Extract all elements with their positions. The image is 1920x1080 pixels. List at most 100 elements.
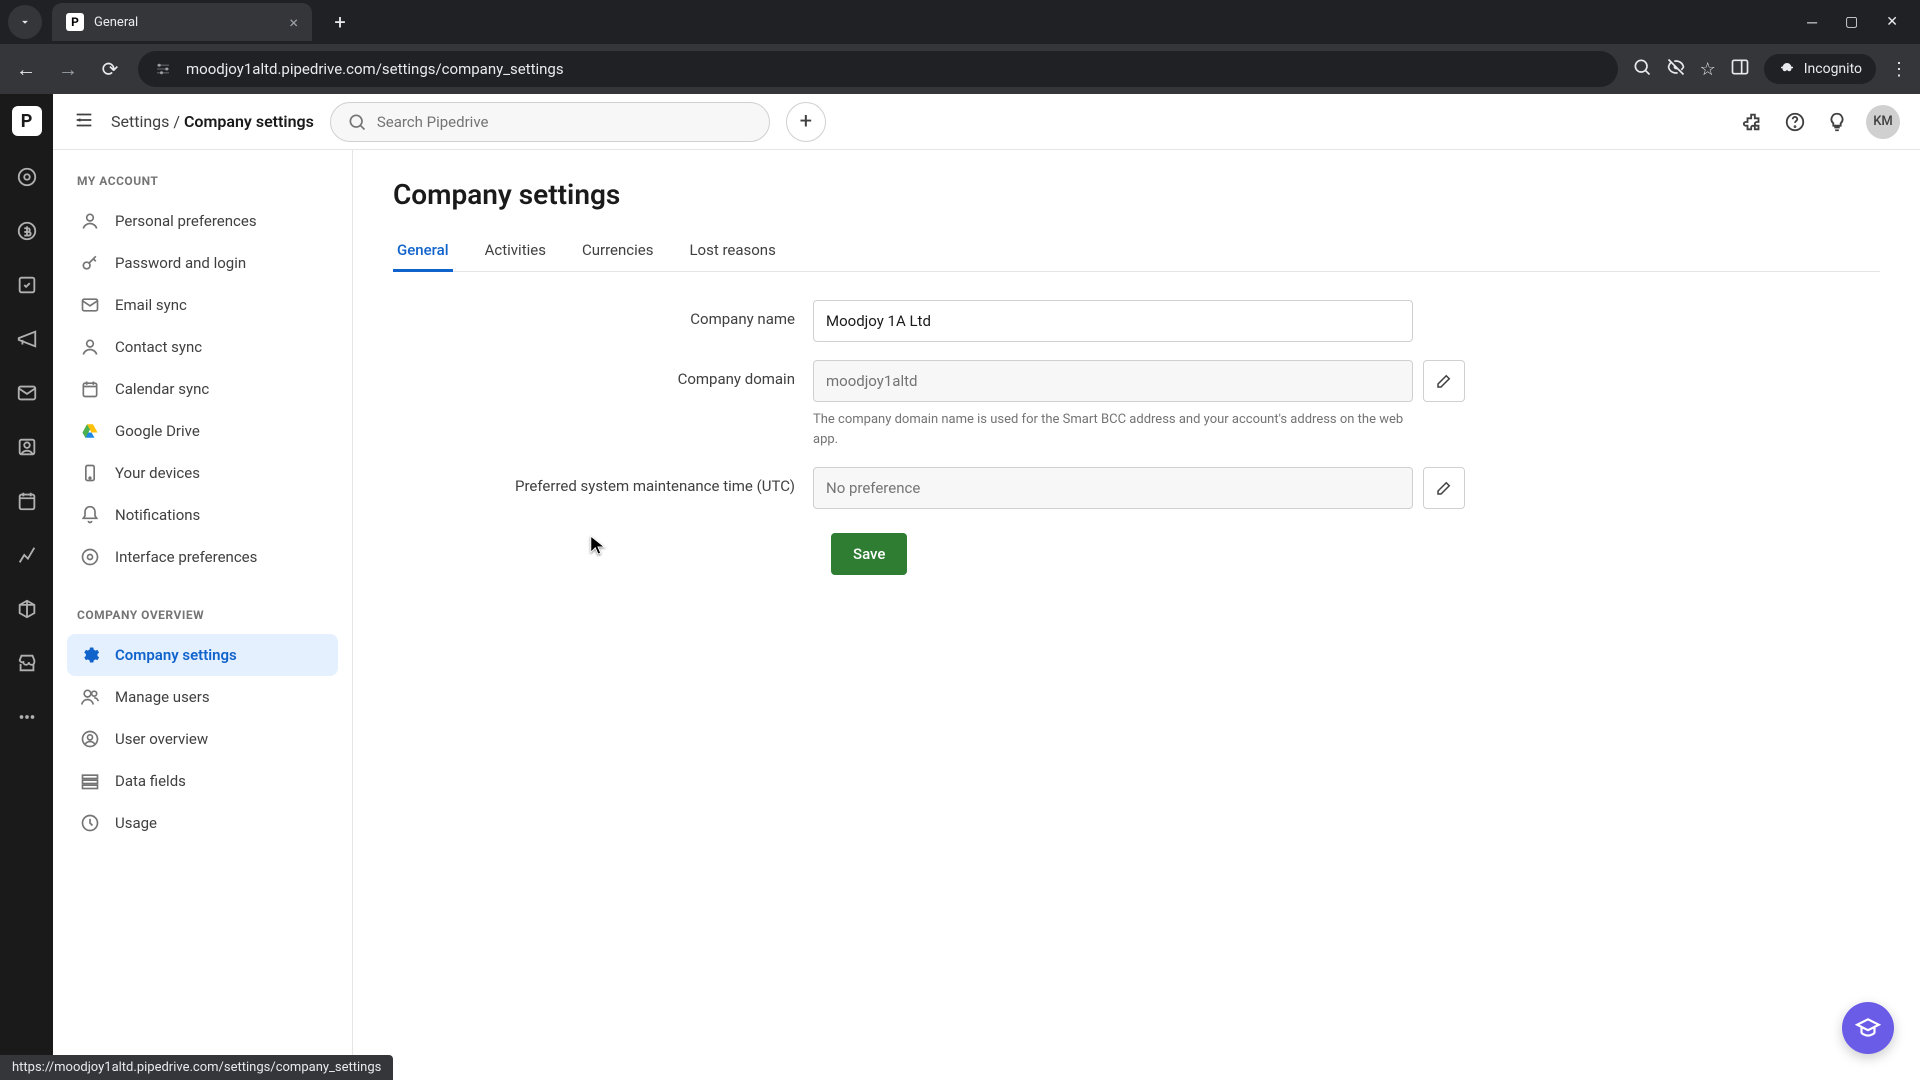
rail-deals-icon[interactable] bbox=[14, 218, 40, 244]
settings-sidebar: MY ACCOUNT Personal preferences Password… bbox=[53, 150, 353, 1080]
rail-more-icon[interactable] bbox=[14, 704, 40, 730]
calendar-icon bbox=[79, 378, 101, 400]
browser-menu-icon[interactable]: ⋮ bbox=[1890, 59, 1908, 80]
sidebar-item-company-settings[interactable]: Company settings bbox=[67, 634, 338, 676]
sidebar-item-contact-sync[interactable]: Contact sync bbox=[67, 326, 338, 368]
sidebar-item-label: Data fields bbox=[115, 772, 186, 790]
rail-projects-icon[interactable] bbox=[14, 272, 40, 298]
bookmark-star-icon[interactable]: ☆ bbox=[1700, 59, 1716, 80]
avatar-initials: KM bbox=[1873, 114, 1893, 129]
sliders-icon bbox=[79, 546, 101, 568]
site-settings-icon[interactable] bbox=[152, 58, 174, 80]
company-name-label: Company name bbox=[393, 300, 813, 328]
gear-icon bbox=[79, 644, 101, 666]
rail-mail-icon[interactable] bbox=[14, 380, 40, 406]
sidebar-item-manage-users[interactable]: Manage users bbox=[67, 676, 338, 718]
body-row: MY ACCOUNT Personal preferences Password… bbox=[53, 150, 1920, 1080]
user-icon bbox=[79, 210, 101, 232]
add-button[interactable]: + bbox=[786, 102, 826, 142]
search-placeholder: Search Pipedrive bbox=[377, 113, 489, 131]
sidebar-item-personal-preferences[interactable]: Personal preferences bbox=[67, 200, 338, 242]
sidebar-item-notifications[interactable]: Notifications bbox=[67, 494, 338, 536]
sidebar-item-label: Manage users bbox=[115, 688, 210, 706]
lightbulb-icon[interactable] bbox=[1824, 109, 1850, 135]
tab-close-icon[interactable]: × bbox=[289, 13, 298, 32]
tab-title: General bbox=[94, 15, 138, 30]
sidebar-item-label: Personal preferences bbox=[115, 212, 257, 230]
zoom-icon[interactable] bbox=[1632, 57, 1652, 82]
sidebar-item-label: Google Drive bbox=[115, 422, 200, 440]
sidebar-item-label: Company settings bbox=[115, 646, 237, 664]
sidebar-item-your-devices[interactable]: Your devices bbox=[67, 452, 338, 494]
rail-insights-icon[interactable] bbox=[14, 542, 40, 568]
contact-icon bbox=[79, 336, 101, 358]
sidebar-item-data-fields[interactable]: Data fields bbox=[67, 760, 338, 802]
sidebar-item-password-login[interactable]: Password and login bbox=[67, 242, 338, 284]
company-name-input[interactable] bbox=[813, 300, 1413, 342]
address-bar[interactable]: moodjoy1altd.pipedrive.com/settings/comp… bbox=[138, 51, 1618, 87]
forward-button[interactable]: → bbox=[54, 57, 82, 82]
mail-icon bbox=[79, 294, 101, 316]
search-input[interactable]: Search Pipedrive bbox=[330, 102, 770, 142]
status-bar: https://moodjoy1altd.pipedrive.com/setti… bbox=[0, 1055, 393, 1080]
breadcrumb-root[interactable]: Settings bbox=[111, 112, 169, 131]
sidebar-item-label: Contact sync bbox=[115, 338, 202, 356]
minimize-button[interactable]: ─ bbox=[1807, 14, 1817, 31]
rail-marketplace-icon[interactable] bbox=[14, 650, 40, 676]
company-domain-hint: The company domain name is used for the … bbox=[813, 410, 1413, 449]
back-button[interactable]: ← bbox=[12, 57, 40, 82]
tab-favicon: P bbox=[66, 13, 84, 31]
content-area: Settings / Company settings Search Piped… bbox=[53, 94, 1920, 1080]
rail-contacts-icon[interactable] bbox=[14, 434, 40, 460]
sidebar-item-user-overview[interactable]: User overview bbox=[67, 718, 338, 760]
tab-general[interactable]: General bbox=[393, 231, 453, 272]
tab-lost-reasons[interactable]: Lost reasons bbox=[685, 231, 779, 272]
sidebar-item-label: Email sync bbox=[115, 296, 187, 314]
sidebar-toggle-icon[interactable] bbox=[73, 109, 95, 135]
rail-calendar-icon[interactable] bbox=[14, 488, 40, 514]
users-icon bbox=[79, 686, 101, 708]
save-button[interactable]: Save bbox=[831, 533, 907, 575]
graduation-cap-icon bbox=[1855, 1015, 1881, 1041]
tab-activities[interactable]: Activities bbox=[481, 231, 550, 272]
help-bubble-button[interactable] bbox=[1842, 1002, 1894, 1054]
sidebar-item-usage[interactable]: Usage bbox=[67, 802, 338, 844]
row-company-domain: Company domain The company domain name i… bbox=[393, 360, 1880, 449]
google-drive-icon bbox=[79, 420, 101, 442]
window-controls: ─ ▢ ✕ bbox=[1807, 14, 1912, 31]
usage-icon bbox=[79, 812, 101, 834]
browser-tab[interactable]: P General × bbox=[52, 3, 312, 41]
rail-leads-icon[interactable] bbox=[14, 164, 40, 190]
sidebar-item-interface-preferences[interactable]: Interface preferences bbox=[67, 536, 338, 578]
tab-currencies[interactable]: Currencies bbox=[578, 231, 658, 272]
row-company-name: Company name bbox=[393, 300, 1880, 342]
url-text: moodjoy1altd.pipedrive.com/settings/comp… bbox=[186, 60, 564, 78]
maximize-button[interactable]: ▢ bbox=[1845, 14, 1858, 31]
breadcrumb: Settings / Company settings bbox=[111, 112, 314, 131]
reload-button[interactable]: ⟳ bbox=[96, 57, 124, 81]
edit-domain-button[interactable] bbox=[1423, 360, 1465, 402]
incognito-badge[interactable]: Incognito bbox=[1764, 54, 1876, 84]
maintenance-label: Preferred system maintenance time (UTC) bbox=[393, 467, 813, 495]
eye-off-icon[interactable] bbox=[1666, 57, 1686, 82]
sidebar-item-google-drive[interactable]: Google Drive bbox=[67, 410, 338, 452]
app-logo[interactable]: P bbox=[12, 106, 42, 136]
help-icon[interactable] bbox=[1782, 109, 1808, 135]
company-domain-input bbox=[813, 360, 1413, 402]
avatar[interactable]: KM bbox=[1866, 105, 1900, 139]
sidebar-item-calendar-sync[interactable]: Calendar sync bbox=[67, 368, 338, 410]
sidebar-item-label: Calendar sync bbox=[115, 380, 209, 398]
side-panel-icon[interactable] bbox=[1730, 57, 1750, 82]
tab-search-button[interactable] bbox=[8, 5, 42, 39]
sidebar-item-label: Your devices bbox=[115, 464, 200, 482]
rail-products-icon[interactable] bbox=[14, 596, 40, 622]
edit-maintenance-button[interactable] bbox=[1423, 467, 1465, 509]
app-root: P Settings / Company settings Search Pip… bbox=[0, 94, 1920, 1080]
new-tab-button[interactable]: + bbox=[326, 10, 354, 34]
device-icon bbox=[79, 462, 101, 484]
close-window-button[interactable]: ✕ bbox=[1886, 14, 1898, 31]
rail-campaigns-icon[interactable] bbox=[14, 326, 40, 352]
sidebar-item-email-sync[interactable]: Email sync bbox=[67, 284, 338, 326]
browser-tab-strip: P General × + ─ ▢ ✕ bbox=[0, 0, 1920, 44]
extensions-icon[interactable] bbox=[1740, 109, 1766, 135]
